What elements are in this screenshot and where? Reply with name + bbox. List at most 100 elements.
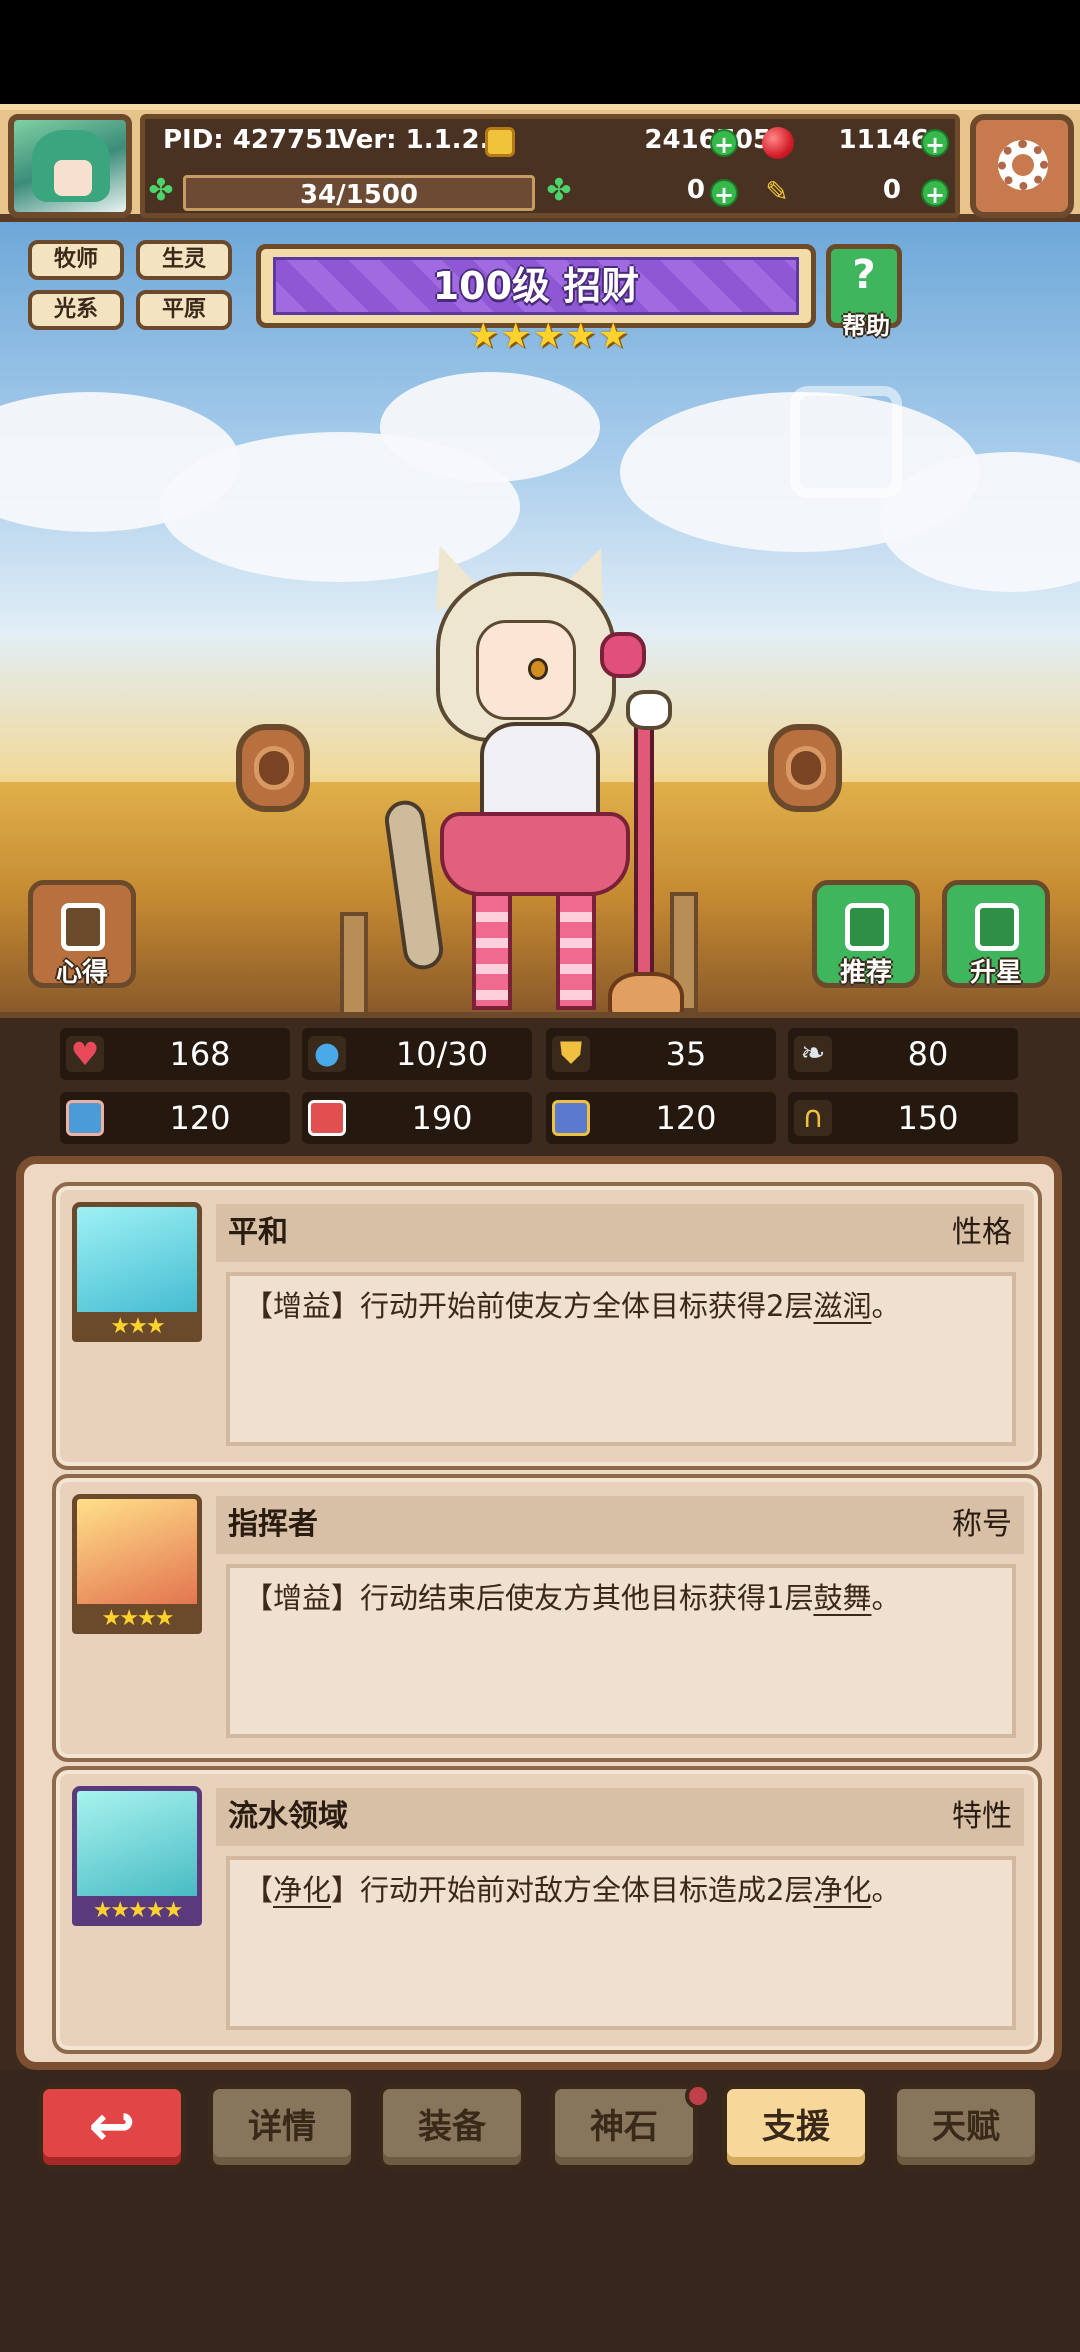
desc-text: 。	[871, 1873, 901, 1907]
stat-value: 190	[411, 1099, 473, 1137]
card-type: 性格	[952, 1215, 1012, 1250]
stat-defense: ⛊ 35	[546, 1028, 776, 1080]
book-icon	[308, 1100, 346, 1136]
card-name: 指挥者	[228, 1507, 318, 1542]
tab-talent[interactable]: 天赋	[892, 2084, 1040, 2170]
notebook-icon	[61, 903, 105, 951]
card-header: 平和 性格	[216, 1204, 1024, 1262]
keyword-link[interactable]: 净化	[813, 1873, 871, 1907]
card-star-rating: ★★★★	[72, 1604, 202, 1634]
stamina-bar: 34/1500	[183, 175, 535, 211]
hero-title: 100级 招财	[273, 257, 799, 315]
stat-value: 120	[169, 1099, 231, 1137]
card-description-box: 【增益】行动结束后使友方其他目标获得1层鼓舞。	[226, 1564, 1016, 1738]
ticket-icon: ✎	[765, 175, 789, 208]
recommend-button[interactable]: 推荐	[812, 880, 920, 988]
stamina-clover-icon: ✤	[148, 173, 174, 208]
hero-glove	[626, 690, 672, 730]
clover-icon: ✤	[546, 173, 572, 208]
notes-button[interactable]: 心得	[28, 880, 136, 988]
top-hud: PID: 427751 Ver: 1.1.2.5 2416705 + 11146…	[0, 104, 1080, 222]
previous-hero-button[interactable]	[236, 724, 310, 812]
star-icon: ★	[468, 316, 499, 356]
floating-square-button[interactable]	[790, 386, 902, 498]
desc-text: 【增益】行动开始前使友方全体目标获得2层	[244, 1289, 814, 1323]
boot-icon	[552, 1100, 590, 1136]
notification-dot	[685, 2083, 711, 2109]
tag-terrain: 平原	[136, 290, 232, 330]
tag-class: 牧师	[28, 240, 124, 280]
card-type: 称号	[952, 1507, 1012, 1542]
back-arrow-icon: ↩	[88, 2094, 136, 2159]
settings-button[interactable]	[970, 114, 1074, 218]
hero-scene: 牧师 生灵 光系 平原 100级 招财 ★ ★ ★ ★ ★ ? 帮助 心得 推荐…	[0, 222, 1080, 1012]
tab-equipment[interactable]: 装备	[378, 2084, 526, 2170]
star-icon: ★	[597, 316, 629, 356]
fence-post	[340, 912, 368, 1012]
add-clover-button[interactable]: +	[710, 179, 738, 209]
support-panel: ★★★ 平和 性格 【增益】行动开始前使友方全体目标获得2层滋润。 ★★★★ 指…	[16, 1156, 1062, 2070]
stat-magic: 190	[302, 1092, 532, 1144]
wing-icon: ❧	[794, 1036, 832, 1072]
add-ticket-button[interactable]: +	[921, 179, 949, 209]
stat-energy: ● 10/30	[302, 1028, 532, 1080]
gold-coin-icon	[485, 127, 515, 157]
star-up-button[interactable]: 升星	[942, 880, 1050, 988]
star-up-label: 升星	[969, 958, 1022, 988]
next-hero-button[interactable]	[768, 724, 842, 812]
desc-text: 【	[244, 1873, 274, 1907]
back-button[interactable]: ↩	[38, 2084, 186, 2170]
support-panel-area: ★★★ 平和 性格 【增益】行动开始前使友方全体目标获得2层滋润。 ★★★★ 指…	[0, 1156, 1080, 2070]
hair-bow	[600, 632, 646, 678]
tab-label: 神石	[590, 2107, 658, 2147]
right-arrow-icon	[786, 746, 826, 790]
resource-panel: PID: 427751 Ver: 1.1.2.5 2416705 + 11146…	[140, 114, 960, 218]
question-icon: ?	[852, 252, 876, 298]
keyword-link[interactable]: 滋润	[813, 1289, 871, 1323]
hero-face	[476, 620, 576, 720]
ticket-amount: 0	[882, 175, 901, 205]
add-ruby-button[interactable]: +	[921, 129, 949, 159]
recommend-label: 推荐	[839, 958, 892, 988]
hero-leg	[556, 892, 596, 1010]
tab-details[interactable]: 详情	[208, 2084, 356, 2170]
support-card-title[interactable]: ★★★★ 指挥者 称号 【增益】行动结束后使友方其他目标获得1层鼓舞。	[52, 1474, 1042, 1762]
hero-stats: ♥ 168 ● 10/30 ⛊ 35 ❧ 80 120 190 120 ∩ 15…	[0, 1012, 1080, 1156]
keyword-link[interactable]: 净化	[273, 1873, 331, 1907]
stat-hp: ♥ 168	[60, 1028, 290, 1080]
hero-skirt	[440, 812, 630, 896]
add-gold-button[interactable]: +	[710, 129, 738, 159]
tag-race: 生灵	[136, 240, 232, 280]
thumbs-up-icon	[845, 903, 889, 951]
card-header: 指挥者 称号	[216, 1496, 1024, 1554]
heart-icon: ♥	[66, 1036, 104, 1072]
desc-text: 】行动开始前对敌方全体目标造成2层	[331, 1873, 814, 1907]
horseshoe-icon: ∩	[794, 1100, 832, 1136]
card-description-box: 【净化】行动开始前对敌方全体目标造成2层净化。	[226, 1856, 1016, 2030]
stat-attack: 120	[60, 1092, 290, 1144]
tab-support[interactable]: 支援	[722, 2084, 870, 2170]
stat-value: 80	[907, 1035, 949, 1073]
support-card-trait[interactable]: ★★★★★ 流水领域 特性 【净化】行动开始前对敌方全体目标造成2层净化。	[52, 1766, 1042, 2054]
cloud	[380, 372, 600, 482]
ruby-icon	[762, 127, 794, 159]
card-type: 特性	[952, 1799, 1012, 1834]
water-drop-icon: ●	[308, 1036, 346, 1072]
hero-character-sprite	[340, 536, 720, 1012]
player-avatar[interactable]	[8, 114, 132, 218]
help-label: 帮助	[842, 312, 890, 340]
desc-text: 。	[871, 1289, 901, 1323]
star-badge-icon	[975, 903, 1019, 951]
hero-star-rating: ★ ★ ★ ★ ★	[468, 318, 628, 354]
keyword-link[interactable]: 鼓舞	[813, 1581, 871, 1615]
stat-value: 168	[169, 1035, 231, 1073]
card-description-box: 【增益】行动开始前使友方全体目标获得2层滋润。	[226, 1272, 1016, 1446]
stat-value: 150	[897, 1099, 959, 1137]
notes-label: 心得	[55, 958, 108, 988]
stat-value: 35	[665, 1035, 707, 1073]
tab-divine-stone[interactable]: 神石	[550, 2083, 711, 2170]
stamina-value: 34/1500	[299, 180, 419, 210]
player-id: PID: 427751	[163, 125, 342, 155]
stat-luck: ∩ 150	[788, 1092, 1018, 1144]
support-card-personality[interactable]: ★★★ 平和 性格 【增益】行动开始前使友方全体目标获得2层滋润。	[52, 1182, 1042, 1470]
